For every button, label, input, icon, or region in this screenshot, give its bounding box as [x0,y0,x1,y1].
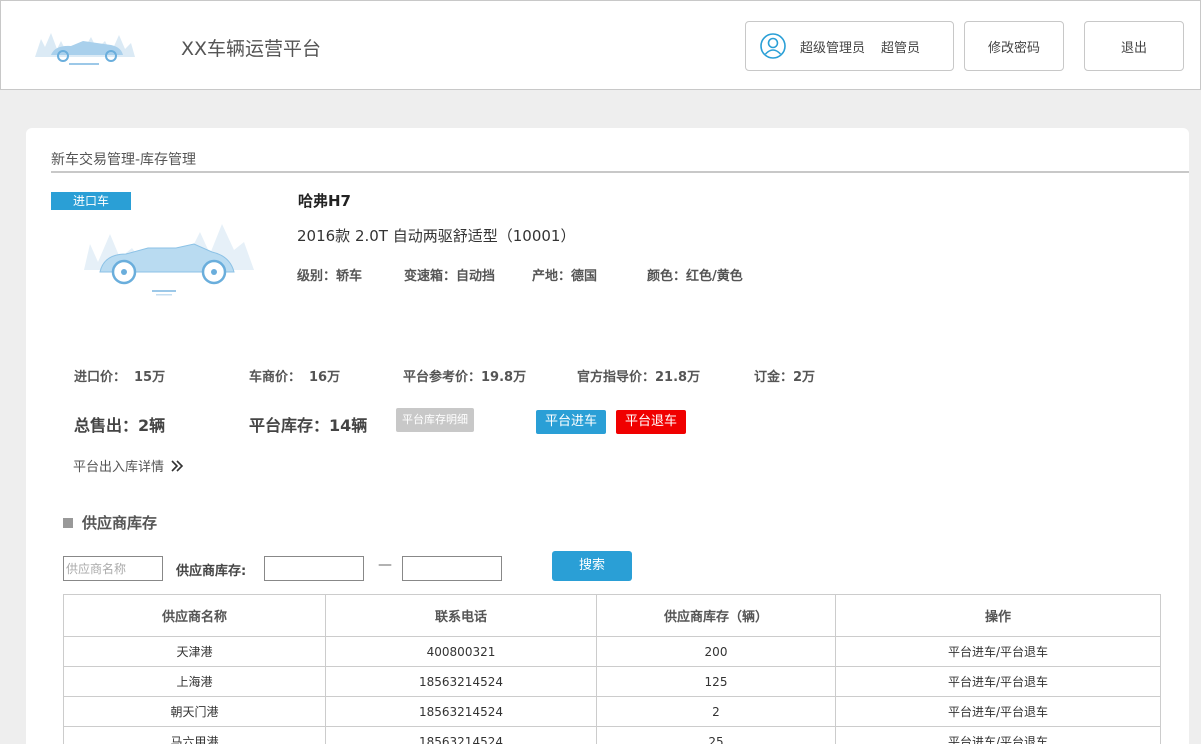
cell-stock: 2 [596,696,836,727]
col-actions: 操作 [835,594,1161,637]
price-value: 2万 [793,370,816,385]
platform-out-button[interactable]: 平台退车 [616,410,686,434]
double-chevron-right-icon [171,459,184,472]
user-icon [760,33,786,59]
user-role: 超级管理员 [800,40,866,56]
table-row: 朝天门港 18563214524 2 平台进车/平台退车 [63,696,1161,727]
cell-supplier-name: 天津港 [63,636,326,667]
cell-action-link[interactable]: 平台进车/平台退车 [835,636,1161,667]
range-separator: — [378,557,392,573]
stock-detail-button[interactable]: 平台库存明细 [396,408,474,432]
price-label: 官方指导价： [577,370,656,385]
spec-transmission: 变速箱：自动挡 [404,269,496,284]
cell-phone: 400800321 [325,636,597,667]
inventory-card: 新车交易管理-库存管理 进口车 哈弗H7 2016款 2.0T 自动两驱舒适型（… [26,128,1189,744]
stock-min-input[interactable] [264,556,364,581]
col-supplier-name: 供应商名称 [63,594,326,637]
price-label: 车商价： [249,370,302,385]
app-title: XX车辆运营平台 [181,38,322,60]
user-profile-button[interactable]: 超级管理员 超管员 [745,21,954,71]
price-label: 平台参考价： [403,370,482,385]
inout-detail-link[interactable]: 平台出入库详情 [73,456,184,475]
table-row: 天津港 400800321 200 平台进车/平台退车 [63,636,1161,667]
price-import: 进口价： 15万 [74,366,165,385]
supplier-title-text: 供应商库存 [82,514,158,532]
supplier-table: 供应商名称 联系电话 供应商库存（辆） 操作 天津港 400800321 200… [63,594,1161,744]
cell-supplier-name: 马六甲港 [63,726,326,744]
supplier-stock-label: 供应商库存: [176,564,247,579]
cell-phone: 18563214524 [325,726,597,744]
car-model: 2016款 2.0T 自动两驱舒适型（10001） [297,227,576,245]
platform-stock: 平台库存：14辆 [249,416,368,435]
breadcrumb-divider [51,171,1189,173]
car-image [64,224,254,296]
price-value: 21.8万 [655,370,701,385]
supplier-name-input[interactable] [63,556,163,581]
cell-action-link[interactable]: 平台进车/平台退车 [835,726,1161,744]
spec-level: 级别：轿车 [297,269,363,284]
platform-in-button[interactable]: 平台进车 [536,410,606,434]
logout-button[interactable]: 退出 [1084,21,1184,71]
cell-action-link[interactable]: 平台进车/平台退车 [835,666,1161,697]
table-row: 上海港 18563214524 125 平台进车/平台退车 [63,666,1161,697]
col-phone: 联系电话 [325,594,597,637]
price-value: 19.8万 [481,370,527,385]
col-stock: 供应商库存（辆） [596,594,836,637]
price-label: 订金： [754,370,794,385]
car-logo-icon [35,33,135,65]
spec-origin: 产地：德国 [532,269,598,284]
cell-stock: 200 [596,636,836,667]
cell-supplier-name: 上海港 [63,666,326,697]
price-value: 15万 [134,370,166,385]
price-platform-reference: 平台参考价：19.8万 [403,366,526,385]
cell-stock: 125 [596,666,836,697]
total-sold: 总售出：2辆 [74,416,166,435]
price-official-guide: 官方指导价：21.8万 [577,366,700,385]
cell-action-link[interactable]: 平台进车/平台退车 [835,696,1161,727]
spec-color: 颜色：红色/黄色 [647,269,743,284]
square-bullet-icon [63,517,73,528]
user-name: 超管员 [881,40,921,56]
table-row: 马六甲港 18563214524 25 平台进车/平台退车 [63,726,1161,744]
cell-phone: 18563214524 [325,666,597,697]
top-header: XX车辆运营平台 超级管理员 超管员 修改密码 退出 [0,0,1201,90]
car-name: 哈弗H7 [298,192,351,210]
price-dealer: 车商价： 16万 [249,366,340,385]
stock-max-input[interactable] [402,556,502,581]
cell-phone: 18563214524 [325,696,597,727]
import-badge: 进口车 [51,192,131,210]
cell-stock: 25 [596,726,836,744]
price-value: 16万 [309,370,341,385]
price-deposit: 订金：2万 [754,366,815,385]
inout-detail-label: 平台出入库详情 [73,460,165,475]
table-header-row: 供应商名称 联系电话 供应商库存（辆） 操作 [63,594,1161,637]
price-label: 进口价： [74,370,127,385]
search-button[interactable]: 搜索 [552,551,632,581]
supplier-section-title: 供应商库存 [63,512,157,533]
breadcrumb: 新车交易管理-库存管理 [51,152,197,168]
cell-supplier-name: 朝天门港 [63,696,326,727]
change-password-button[interactable]: 修改密码 [964,21,1064,71]
